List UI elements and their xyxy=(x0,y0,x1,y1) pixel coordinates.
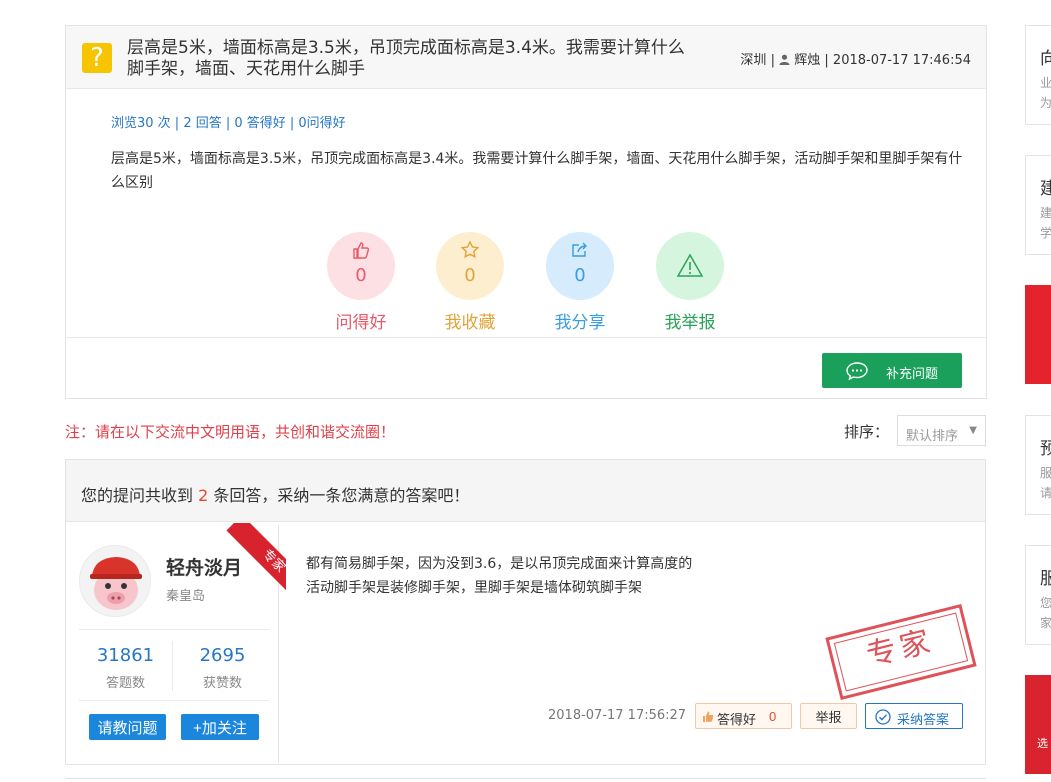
question-stats: 浏览30 次 | 2 回答 | 0 答得好 | 0问得好 xyxy=(111,116,346,131)
warning-icon xyxy=(676,253,704,277)
report-answer-button[interactable]: 举报 xyxy=(800,703,857,729)
share-label: 我分享 xyxy=(554,313,606,333)
sort-label: 排序： xyxy=(844,423,890,441)
sidebar-card[interactable]: 建 建 学 xyxy=(1025,155,1051,255)
ask-question-button[interactable]: 请教问题 xyxy=(89,714,166,740)
user-icon xyxy=(779,54,790,65)
favorite-label: 我收藏 xyxy=(444,313,496,333)
answers-count-stat: 31861 答题数 xyxy=(96,645,155,691)
sort-select[interactable]: 默认排序 ▼ xyxy=(897,415,986,446)
sidebar-card[interactable]: 预 服 请 xyxy=(1025,415,1051,515)
like-question-label: 问得好 xyxy=(335,313,387,333)
thumb-up-icon xyxy=(353,242,370,259)
adopt-answer-button[interactable]: 采纳答案 xyxy=(865,703,963,729)
like-question-count: 0 xyxy=(355,265,367,286)
answers-panel: 您的提问共收到 2 条回答，采纳一条您满意的答案吧！ 轻舟淡月 秦皇岛 3186… xyxy=(65,459,986,765)
likes-count-stat: 2695 获赞数 xyxy=(199,645,246,691)
divider xyxy=(65,778,986,779)
pig-avatar-icon xyxy=(90,557,142,610)
chat-icon xyxy=(846,362,868,380)
follow-button[interactable]: +加关注 xyxy=(181,714,259,740)
avatar[interactable] xyxy=(79,545,151,617)
divider xyxy=(172,641,173,691)
question-time: 2018-07-17 17:46:54 xyxy=(832,53,971,68)
question-title: 层高是5米，墙面标高是3.5米，吊顶完成面标高是3.4米。我需要计算什么脚手架，… xyxy=(127,38,685,79)
share-icon xyxy=(572,242,587,257)
question-mark-icon: ? xyxy=(82,43,112,73)
answer-time: 2018-07-17 17:56:27 xyxy=(548,708,687,723)
dropdown-arrow-icon: ▼ xyxy=(969,425,977,436)
question-header: ? 层高是5米，墙面标高是3.5米，吊顶完成面标高是3.4米。我需要计算什么脚手… xyxy=(66,26,986,89)
report-question-action[interactable]: 我举报 xyxy=(656,232,724,333)
sidebar-card[interactable]: 服 您 家 xyxy=(1025,545,1051,645)
etiquette-notice: 注：请在以下交流中文明用语，共创和谐交流圈！ xyxy=(65,423,396,441)
good-answer-button[interactable]: 答得好 0 xyxy=(695,703,792,729)
question-body: 层高是5米，墙面标高是3.5米，吊顶完成面标高是3.4米。我需要计算什么脚手架，… xyxy=(111,151,963,191)
answer-text: 都有简易脚手架，因为没到3.6，是以吊顶完成面来计算高度的 活动脚手架是装修脚手… xyxy=(306,556,693,596)
question-city[interactable]: 深圳 xyxy=(740,53,766,68)
share-count: 0 xyxy=(574,265,586,286)
sidebar-ad-banner[interactable]: 选 xyxy=(1025,675,1051,774)
divider xyxy=(79,700,269,701)
check-circle-icon xyxy=(875,709,891,725)
star-icon xyxy=(460,240,480,259)
question-meta: 深圳 | 辉烛 | 2018-07-17 17:46:54 xyxy=(740,53,971,68)
question-author[interactable]: 辉烛 xyxy=(794,53,820,68)
answers-header: 您的提问共收到 2 条回答，采纳一条您满意的答案吧！ xyxy=(66,460,985,522)
favorite-action[interactable]: 0 我收藏 xyxy=(436,232,504,333)
favorite-count: 0 xyxy=(464,265,476,286)
share-action[interactable]: 0 我分享 xyxy=(546,232,614,333)
divider xyxy=(79,629,269,630)
question-panel: ? 层高是5米，墙面标高是3.5米，吊顶完成面标高是3.4米。我需要计算什么脚手… xyxy=(65,25,987,399)
sidebar-ad-banner[interactable] xyxy=(1025,285,1051,384)
report-question-label: 我举报 xyxy=(664,313,716,333)
divider xyxy=(66,337,986,338)
like-question-action[interactable]: 0 问得好 xyxy=(327,232,395,333)
supplement-question-button[interactable]: 补充问题 xyxy=(822,353,962,388)
user-city: 秦皇岛 xyxy=(166,589,206,604)
thumb-up-icon xyxy=(703,711,714,722)
answers-count: 2 xyxy=(198,486,209,505)
expert-ribbon: 专家 xyxy=(216,523,286,593)
expert-stamp: 专家 xyxy=(825,604,977,700)
sidebar-card[interactable]: 向 业 为 xyxy=(1025,25,1051,125)
